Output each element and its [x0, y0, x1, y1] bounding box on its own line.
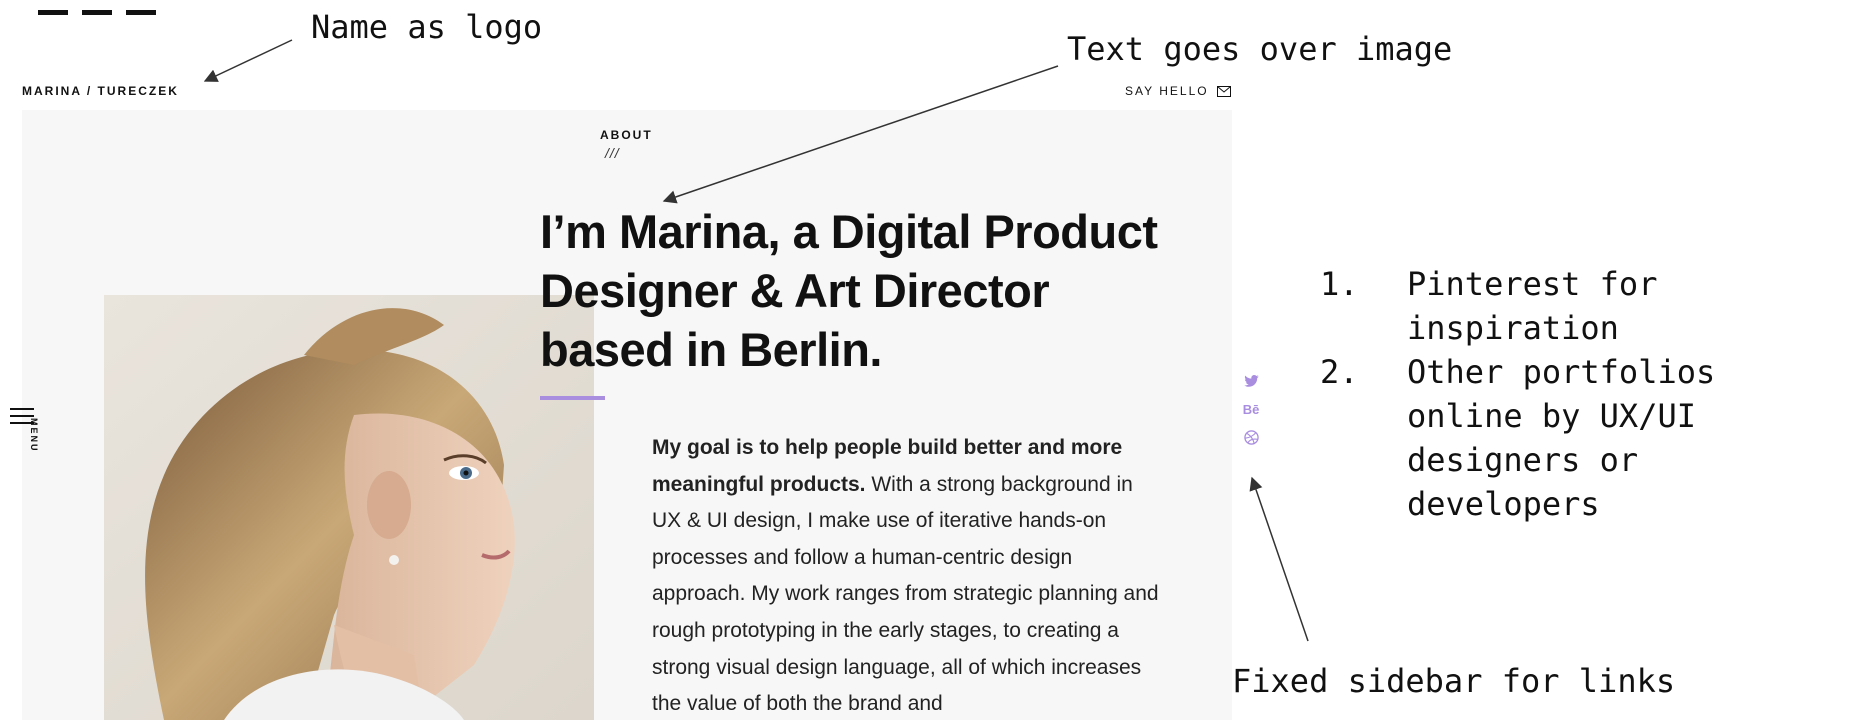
behance-icon[interactable]: Bē — [1243, 401, 1260, 417]
section-divider: /// — [605, 145, 620, 161]
about-panel: ABOUT /// I’m Marina, a Digital Product … — [22, 110, 1232, 720]
twitter-icon[interactable] — [1243, 373, 1259, 389]
intro-paragraph: My goal is to help people build better a… — [652, 430, 1162, 720]
headline: I’m Marina, a Digital Product Designer &… — [540, 205, 1158, 376]
dribbble-icon[interactable] — [1243, 429, 1259, 445]
say-hello-link[interactable]: SAY HELLO — [1125, 84, 1231, 98]
say-hello-label: SAY HELLO — [1125, 84, 1209, 98]
list-item: 1. Pinterest for inspiration — [1320, 262, 1847, 350]
annotation-text-over-image: Text goes over image — [1067, 30, 1453, 68]
list-number: 2. — [1320, 353, 1359, 391]
list-item: 2. Other portfolios online by UX/UI desi… — [1320, 350, 1847, 526]
annotation-logo: Name as logo — [311, 8, 543, 46]
menu-label[interactable]: MENU — [29, 418, 39, 453]
portrait-photo — [104, 295, 594, 720]
top-dashes — [38, 10, 156, 15]
site-logo[interactable]: MARINA / TURECZEK — [22, 84, 179, 98]
social-sidebar: Bē — [1241, 373, 1261, 445]
list-number: 1. — [1320, 265, 1359, 303]
envelope-icon — [1216, 85, 1231, 97]
list-text: Other portfolios online by UX/UI designe… — [1407, 353, 1716, 523]
arrow-to-sidebar — [1249, 476, 1309, 642]
menu-line — [10, 415, 34, 417]
annotation-fixed-sidebar: Fixed sidebar for links — [1232, 662, 1676, 700]
intro-text: With a strong background in UX & UI desi… — [652, 472, 1159, 716]
list-text: Pinterest for inspiration — [1407, 265, 1658, 347]
section-label: ABOUT — [600, 128, 653, 142]
dash — [38, 10, 68, 15]
inspiration-list: 1. Pinterest for inspiration 2. Other po… — [1320, 262, 1847, 526]
accent-underline — [540, 396, 605, 400]
dash — [82, 10, 112, 15]
arrow-to-logo — [203, 39, 293, 82]
menu-line — [10, 408, 34, 410]
dash — [126, 10, 156, 15]
